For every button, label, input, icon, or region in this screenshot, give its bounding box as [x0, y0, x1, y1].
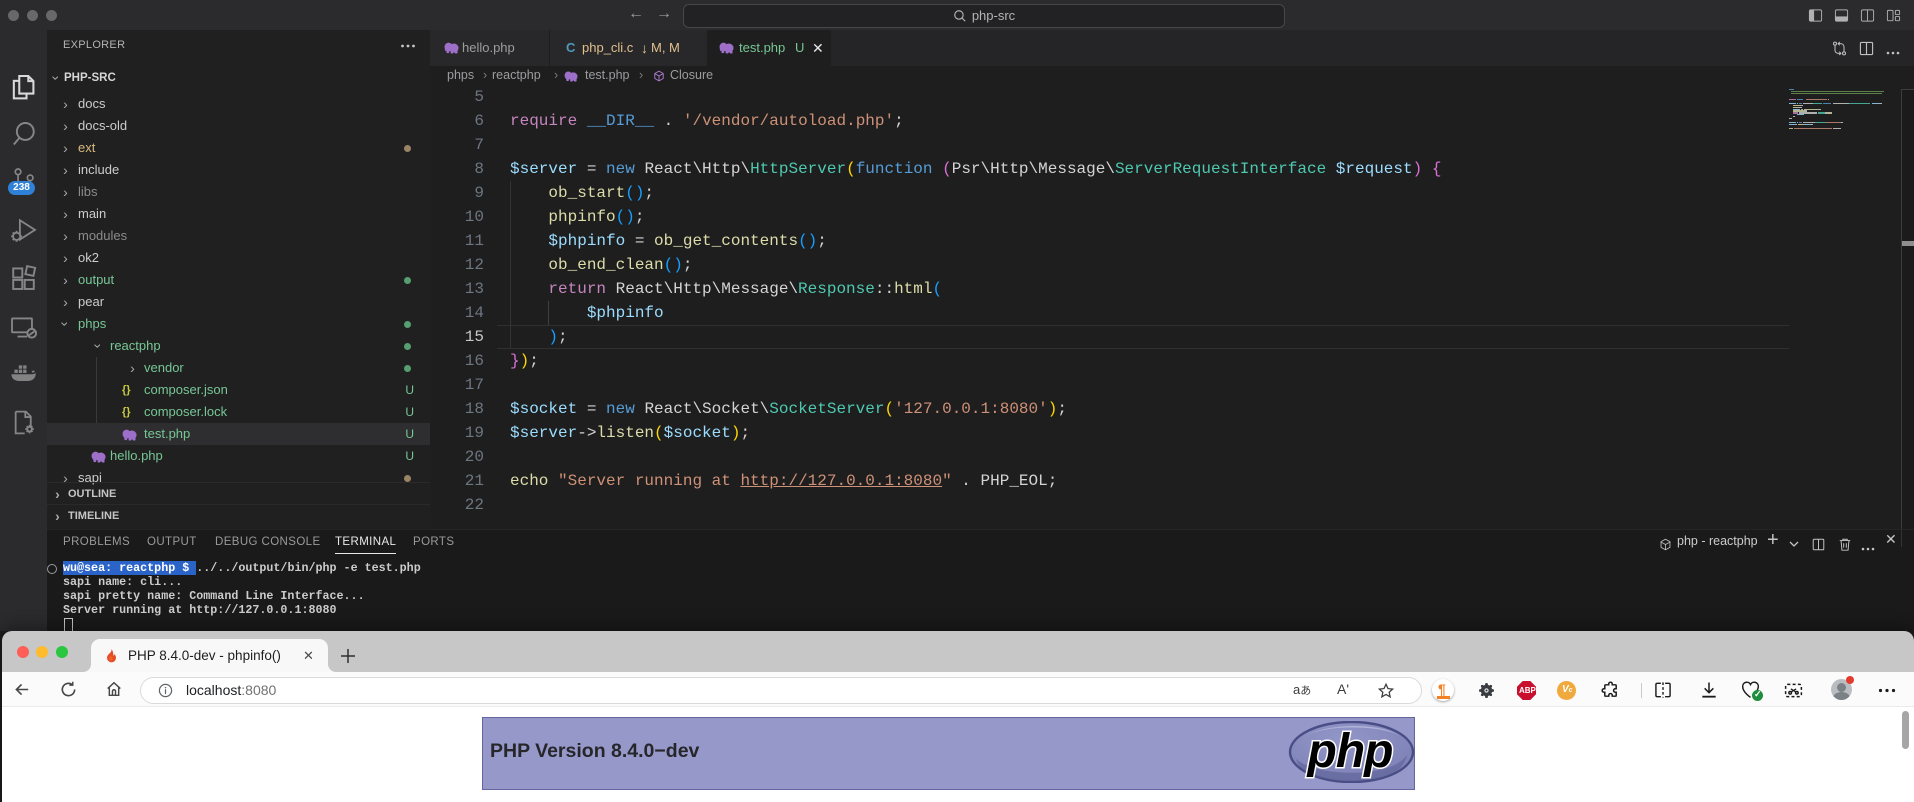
svg-text:php: php	[1306, 725, 1393, 778]
